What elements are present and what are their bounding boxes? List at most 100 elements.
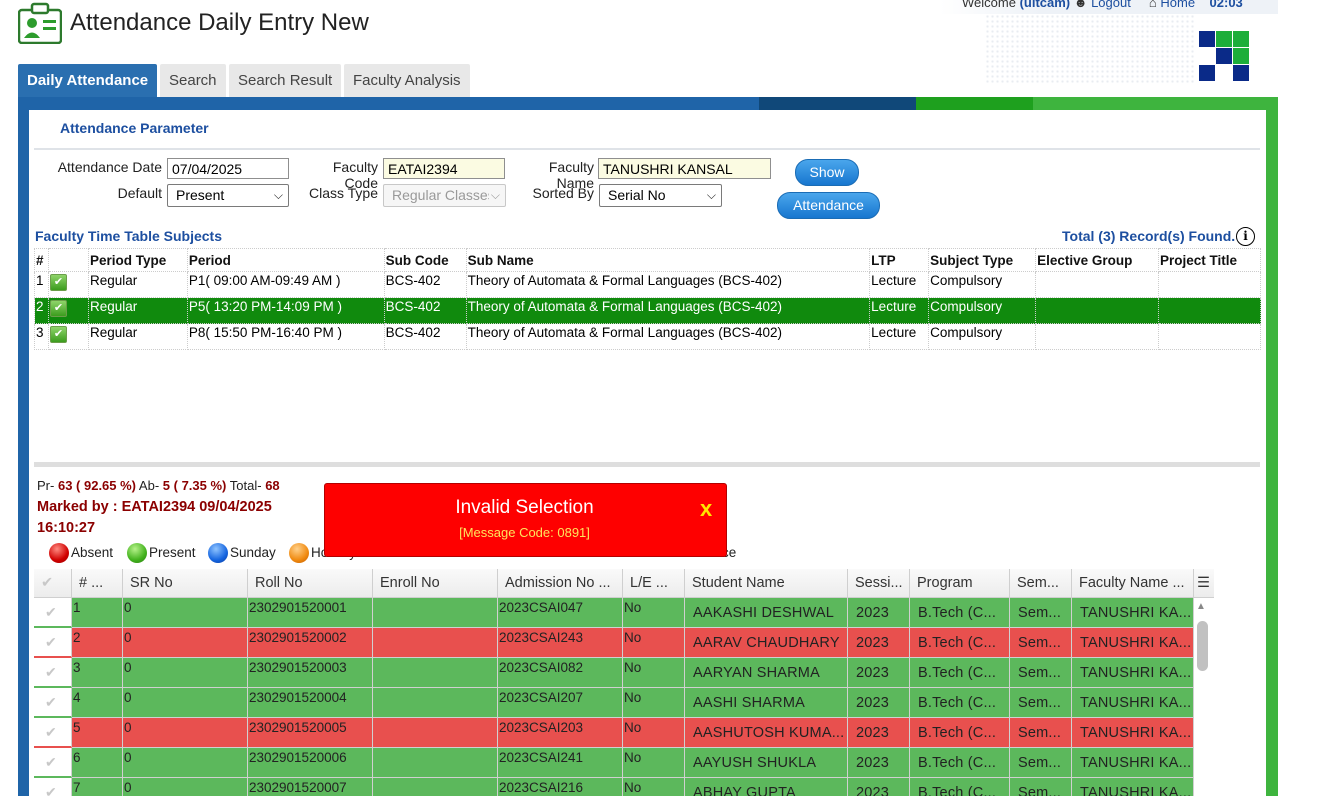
splitter[interactable] <box>34 462 1260 467</box>
student-row[interactable]: ✔ 1 0 2302901520001 2023CSAI047 No AAKASHI DES… <box>34 598 1214 628</box>
row-checkbox[interactable]: ✔ <box>34 778 72 796</box>
student-row[interactable]: ✔ 2 0 2302901520002 2023CSAI243 No AARAV CHAUD… <box>34 628 1214 658</box>
student-row[interactable]: ✔ 7 0 2302901520007 2023CSAI216 No ABHAY GUPTA… <box>34 778 1214 796</box>
tab-faculty-analysis[interactable]: Faculty Analysis <box>344 64 470 97</box>
cell-sr: 0 <box>123 628 248 658</box>
tab-daily-attendance[interactable]: Daily Attendance <box>18 64 158 97</box>
scrollbar-thumb[interactable] <box>1197 621 1208 671</box>
cell-le: No <box>623 778 685 796</box>
faculty-name-input[interactable]: TANUSHRI KANSAL <box>598 158 771 179</box>
cell-n: 7 <box>72 778 123 796</box>
attendance-date-input[interactable]: 07/04/2025 <box>167 158 289 179</box>
cell-session: 2023 <box>848 658 910 688</box>
present-count: 63 ( 92.65 %) <box>57 478 137 493</box>
student-row[interactable]: ✔ 6 0 2302901520006 2023CSAI241 No AAYUSH SHUK… <box>34 748 1214 778</box>
checkbox-icon[interactable]: ✔ <box>49 326 67 343</box>
cell-roll: 2302901520006 <box>248 748 373 778</box>
grid-header: ✔ # ... SR No Roll No Enroll No Admissio… <box>34 569 1214 598</box>
period-type: Regular <box>87 323 188 350</box>
column-menu-icon[interactable]: ☰ <box>1194 569 1214 597</box>
sub-code: BCS-402 <box>383 297 467 324</box>
cell-program: B.Tech (C... <box>910 748 1010 778</box>
cell-adm: 2023CSAI203 <box>498 718 623 748</box>
sorted-by-select[interactable]: Serial No ⌵ <box>599 184 722 207</box>
select-all-header[interactable]: ✔ <box>34 569 72 597</box>
col-header: Subject Type <box>928 248 1037 272</box>
home-icon: ⌂ <box>1148 0 1157 10</box>
row-number: 3 <box>34 323 49 350</box>
tab-search-result[interactable]: Search Result <box>229 64 342 97</box>
cell-name: AAKASHI DESHWAL <box>685 598 848 628</box>
popup-title: Invalid Selection <box>455 497 594 518</box>
student-grid: ✔ # ... SR No Roll No Enroll No Admissio… <box>34 569 1214 796</box>
class-type-select-value: Regular Classes <box>392 187 495 203</box>
row-checkbox[interactable]: ✔ <box>34 628 72 658</box>
cell-sem: Sem... <box>1010 688 1072 718</box>
ltp: Lecture <box>869 297 930 324</box>
error-popup <box>324 483 727 557</box>
logout-icon: ☻ <box>1073 0 1088 10</box>
row-checkbox[interactable]: ✔ <box>34 598 72 628</box>
col-header-enrollno[interactable]: Enroll No <box>373 569 498 597</box>
chevron-down-icon: ⌵ <box>273 188 283 202</box>
cell-le: No <box>623 718 685 748</box>
info-icon[interactable]: i <box>1236 227 1255 246</box>
cell-adm: 2023CSAI207 <box>498 688 623 718</box>
col-header-admission[interactable]: Admission No ... <box>498 569 623 597</box>
sub-name: Theory of Automata & Formal Languages (B… <box>465 297 871 324</box>
class-type-select[interactable]: Regular Classes ⌵ <box>383 184 506 207</box>
row-checkbox[interactable]: ✔ <box>34 718 72 748</box>
checkbox-icon[interactable]: ✔ <box>49 274 67 291</box>
col-header-faculty[interactable]: Faculty Name ... <box>1072 569 1194 597</box>
faculty-code-input[interactable]: EATAI2394 <box>383 158 505 179</box>
col-header-program[interactable]: Program <box>910 569 1010 597</box>
checkbox-icon[interactable]: ✔ <box>49 300 67 317</box>
tab-search[interactable]: Search <box>160 64 226 97</box>
scroll-up-icon[interactable]: ▲ <box>1196 601 1206 612</box>
chevron-down-icon: ⌵ <box>706 188 716 202</box>
legend-sunday: Sunday <box>208 543 276 564</box>
sub-name: Theory of Automata & Formal Languages (B… <box>465 323 871 350</box>
logout-link[interactable]: Logout <box>1091 0 1131 10</box>
check-icon: ✔ <box>45 634 57 650</box>
cell-program: B.Tech (C... <box>910 598 1010 628</box>
cell-n: 6 <box>72 748 123 778</box>
cell-faculty: TANUSHRI KA... <box>1072 598 1194 628</box>
timetable-row[interactable]: 1 ✔ Regular P1( 09:00 AM-09:49 AM ) BCS-… <box>34 271 1261 298</box>
col-header: Project Title <box>1158 248 1261 272</box>
project-title <box>1158 271 1261 298</box>
col-header: Period <box>186 248 385 272</box>
show-button[interactable]: Show <box>795 159 859 186</box>
default-select[interactable]: Present ⌵ <box>167 184 289 207</box>
sorted-by-select-value: Serial No <box>608 187 666 203</box>
row-checkbox[interactable]: ✔ <box>34 748 72 778</box>
username: (uitcam) <box>1019 0 1071 10</box>
cell-enroll <box>373 748 498 778</box>
student-row[interactable]: ✔ 3 0 2302901520003 2023CSAI082 No AARYAN SHAR… <box>34 658 1214 688</box>
cell-sem: Sem... <box>1010 598 1072 628</box>
col-header-session[interactable]: Sessi... <box>848 569 910 597</box>
popup-close-button[interactable]: x <box>700 496 712 522</box>
col-header: LTP <box>869 248 930 272</box>
timetable-row-selected[interactable]: 2 ✔ Regular P5( 13:20 PM-14:09 PM ) BCS-… <box>34 297 1261 324</box>
row-select-cell: ✔ <box>47 297 89 324</box>
cell-n: 5 <box>72 718 123 748</box>
col-header-sem[interactable]: Sem... <box>1010 569 1072 597</box>
cell-adm: 2023CSAI241 <box>498 748 623 778</box>
world-map-background <box>985 14 1195 84</box>
col-header-srno[interactable]: SR No <box>123 569 248 597</box>
home-link[interactable]: Home <box>1160 0 1195 10</box>
col-header-rollno[interactable]: Roll No <box>248 569 373 597</box>
col-header-number[interactable]: # ... <box>72 569 123 597</box>
cell-le: No <box>623 658 685 688</box>
row-checkbox[interactable]: ✔ <box>34 658 72 688</box>
row-checkbox[interactable]: ✔ <box>34 688 72 718</box>
student-row[interactable]: ✔ 4 0 2302901520004 2023CSAI207 No AASHI SHARM… <box>34 688 1214 718</box>
cell-enroll <box>373 778 498 796</box>
col-header-student-name[interactable]: Student Name <box>685 569 848 597</box>
attendance-button[interactable]: Attendance <box>777 192 880 219</box>
student-row[interactable]: ✔ 5 0 2302901520005 2023CSAI203 No AASHUTOSH K… <box>34 718 1214 748</box>
col-header-le[interactable]: L/E ... <box>623 569 685 597</box>
timetable-row[interactable]: 3 ✔ Regular P8( 15:50 PM-16:40 PM ) BCS-… <box>34 323 1261 350</box>
cell-sem: Sem... <box>1010 718 1072 748</box>
